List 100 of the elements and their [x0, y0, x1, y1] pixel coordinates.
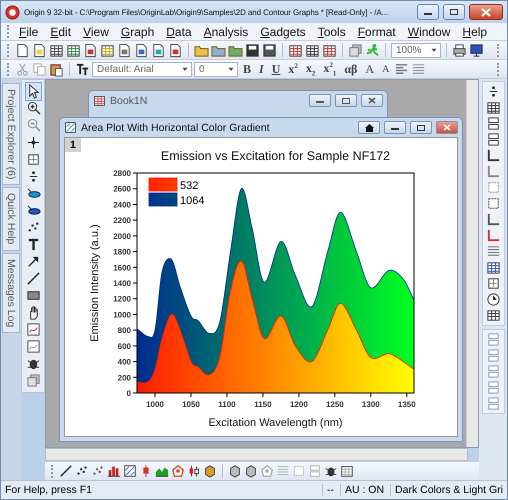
- picture-icon[interactable]: [26, 339, 40, 354]
- y-tick-label: 1000: [113, 310, 131, 320]
- window-title: Origin 9 32-bit - C:\Program Files\OriginLab\Origin9\Samples\2D and Contour Graphs * [Read-Only] - /A...: [24, 8, 389, 16]
- zoom-in-icon[interactable]: [26, 101, 40, 116]
- clock-icon[interactable]: [486, 292, 500, 307]
- import-data-icon[interactable]: [322, 42, 337, 58]
- vertical-scrollbar[interactable]: [466, 80, 478, 447]
- menu-item[interactable]: Tools: [312, 24, 352, 40]
- italic-button[interactable]: I: [256, 61, 267, 77]
- menu-item[interactable]: Graph: [114, 24, 160, 40]
- stack-icon[interactable]: [486, 364, 500, 379]
- screen-reader-icon[interactable]: [26, 152, 40, 167]
- status-field: Dark Colors & Light Gri: [390, 484, 503, 496]
- table-icon[interactable]: [486, 308, 500, 323]
- legend-label: 532: [180, 180, 198, 192]
- font-dropdown[interactable]: Default: Arial: [92, 62, 192, 76]
- panel-tab[interactable]: Messages Log: [2, 252, 20, 334]
- save-icon[interactable]: [245, 42, 260, 58]
- save-template-icon[interactable]: [262, 42, 277, 58]
- minimize-button[interactable]: [384, 121, 406, 134]
- menu-item[interactable]: Data: [160, 24, 198, 40]
- menu-item[interactable]: View: [77, 24, 115, 40]
- contour-plot-icon[interactable]: [123, 464, 137, 478]
- y-tick-label: 2000: [113, 232, 131, 241]
- paste-icon[interactable]: [49, 62, 64, 76]
- menu-item[interactable]: File: [13, 24, 44, 40]
- y-tick-label: 2400: [113, 200, 131, 210]
- zoom-dropdown[interactable]: 100%: [391, 42, 441, 58]
- bold-button[interactable]: B: [240, 61, 254, 77]
- shrink-font-button[interactable]: A: [379, 61, 392, 77]
- layout-icon[interactable]: [151, 42, 166, 58]
- menu-item[interactable]: Analysis: [198, 24, 254, 40]
- panel-tab[interactable]: Project Explorer (6): [2, 83, 20, 186]
- superscript-button[interactable]: x$^{2}$: [285, 61, 301, 77]
- projector-icon[interactable]: [469, 42, 484, 58]
- y-tick-label: 1600: [113, 263, 131, 272]
- subscript-button[interactable]: x$_{2}$: [302, 61, 318, 77]
- picture-icon[interactable]: [26, 322, 40, 337]
- border-icon[interactable]: [411, 62, 426, 76]
- matrix-icon[interactable]: [66, 42, 81, 58]
- menu-item[interactable]: Window: [402, 24, 456, 40]
- function-icon[interactable]: [117, 42, 132, 58]
- radar-chart-icon[interactable]: [171, 464, 185, 478]
- menu-item[interactable]: Format: [352, 24, 402, 40]
- layers-icon[interactable]: [486, 116, 500, 131]
- print-icon[interactable]: [452, 42, 467, 58]
- layer-icon[interactable]: [486, 100, 500, 115]
- font-size-dropdown[interactable]: 0: [194, 62, 238, 76]
- minimize-button[interactable]: [417, 4, 439, 20]
- align-icon[interactable]: [394, 62, 410, 76]
- line-icon[interactable]: [26, 271, 40, 286]
- cube-icon[interactable]: [228, 464, 242, 478]
- maximize-button[interactable]: [410, 121, 432, 134]
- horizontal-scrollbar[interactable]: [45, 448, 468, 461]
- y-tick-label: 0: [126, 389, 131, 398]
- stack-icon[interactable]: [486, 380, 500, 395]
- menu-item[interactable]: Help: [456, 24, 494, 40]
- stack-icon[interactable]: [486, 348, 500, 363]
- column-chart-icon[interactable]: [107, 464, 121, 478]
- close-button[interactable]: [436, 121, 458, 134]
- arrow-icon[interactable]: [26, 254, 40, 269]
- layer-icon[interactable]: [486, 260, 500, 275]
- import-data-icon[interactable]: [288, 42, 303, 58]
- font-icon[interactable]: [75, 62, 90, 76]
- duplicate-icon[interactable]: [348, 42, 363, 58]
- axis-icon[interactable]: [486, 212, 500, 227]
- greek-button[interactable]: αβ: [341, 61, 360, 77]
- menu-item[interactable]: Edit: [44, 24, 78, 40]
- maximize-button[interactable]: [335, 94, 357, 107]
- cube-icon[interactable]: [203, 464, 217, 478]
- underline-button[interactable]: U: [268, 61, 284, 77]
- image-icon[interactable]: [134, 42, 149, 58]
- document-icon[interactable]: [32, 42, 47, 58]
- crosshair-icon[interactable]: [26, 135, 40, 150]
- y-tick-label: 400: [118, 358, 131, 367]
- y-tick-label: 2800: [113, 169, 131, 178]
- cube-icon[interactable]: [244, 464, 258, 478]
- minimize-button[interactable]: [309, 94, 331, 107]
- worksheet-icon[interactable]: [49, 42, 64, 58]
- layer-icon[interactable]: [340, 464, 354, 478]
- maximize-button[interactable]: [443, 4, 465, 20]
- layer-tab[interactable]: 1: [65, 138, 81, 152]
- graph-page-icon[interactable]: [83, 42, 98, 58]
- close-button[interactable]: [361, 94, 383, 107]
- line-plot-icon[interactable]: [59, 464, 73, 478]
- grow-font-button[interactable]: A: [362, 61, 378, 77]
- frame-icon[interactable]: [486, 196, 500, 211]
- x-tick-label: 1150: [254, 400, 272, 409]
- layers-icon[interactable]: [486, 132, 500, 147]
- menu-item[interactable]: Gadgets: [254, 24, 312, 40]
- notes-icon[interactable]: [168, 42, 183, 58]
- axis-icon[interactable]: [486, 148, 500, 163]
- home-button[interactable]: [358, 121, 380, 134]
- stack-icon[interactable]: [486, 396, 500, 411]
- candlestick-icon[interactable]: [187, 464, 201, 478]
- spreadsheet-icon[interactable]: [100, 42, 115, 58]
- close-button[interactable]: [469, 4, 503, 20]
- panel-tab[interactable]: Quick Help: [2, 187, 20, 251]
- import-data-icon[interactable]: [305, 42, 320, 58]
- stack-icon[interactable]: [486, 332, 500, 347]
